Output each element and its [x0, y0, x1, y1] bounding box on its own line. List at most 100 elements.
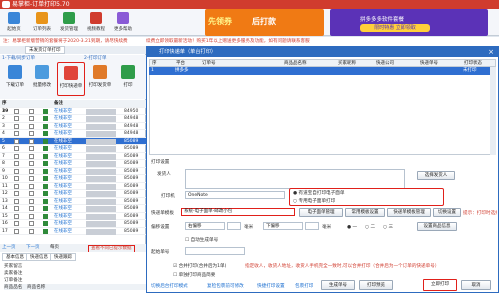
- row-checkbox[interactable]: [14, 168, 19, 174]
- table-row[interactable]: 13 在线非空 85089: [0, 198, 146, 205]
- radio-normal[interactable]: ● 有道宝自打印电子面单: [293, 190, 344, 196]
- row-print-checkbox[interactable]: [29, 198, 34, 204]
- banner-side-cta[interactable]: 限时特惠 立即领取: [360, 24, 430, 32]
- table-row[interactable]: 11 在线非空 85089: [0, 183, 146, 190]
- generate-number-button[interactable]: 生成单号: [321, 280, 355, 290]
- single-print-checkbox[interactable]: ☐ 单独打印商品简要: [173, 272, 215, 278]
- table-row[interactable]: 6 在线非空 85089: [0, 145, 146, 153]
- print-express-button[interactable]: 打印快递单: [57, 62, 85, 96]
- radio-two[interactable]: ○ 二: [365, 224, 375, 230]
- row-checkbox[interactable]: [14, 123, 19, 129]
- manage-eface-button[interactable]: 电子面单管理: [299, 208, 343, 217]
- radio-one[interactable]: ● 一: [347, 224, 357, 230]
- template-select[interactable]: 系统-电子面单-邮政小包: [181, 208, 295, 216]
- row-checkbox[interactable]: [14, 116, 19, 121]
- merge-print-checkbox[interactable]: ☑ 合并打印(合并后为1单): [173, 263, 226, 269]
- row-checkbox[interactable]: [14, 153, 19, 159]
- offset-h-select[interactable]: 右偏移: [185, 222, 225, 230]
- dialog-table-row[interactable]: 1 拼多多 未打印: [149, 67, 496, 75]
- table-row[interactable]: 3 在线非空 84948: [0, 123, 146, 130]
- row-print-checkbox[interactable]: [29, 191, 34, 196]
- table-row[interactable]: 14 在线非空 85089: [0, 205, 146, 213]
- table-row[interactable]: 1 在线非空 84950: [0, 108, 146, 115]
- subtab-print[interactable]: 2-打印订单: [84, 55, 107, 61]
- toolbar-video-button[interactable]: 视频教程: [84, 11, 108, 35]
- precheck-link[interactable]: 复检包裹前可修改: [207, 283, 244, 289]
- row-checkbox[interactable]: [14, 176, 19, 181]
- radio-ecology[interactable]: ○ 专用电子面单打印: [293, 198, 335, 204]
- row-print-checkbox[interactable]: [29, 108, 34, 114]
- row-checkbox[interactable]: [14, 146, 19, 151]
- row-checkbox[interactable]: [14, 213, 19, 219]
- table-row[interactable]: 4 在线非空 84948: [0, 130, 146, 138]
- printer-select[interactable]: OneNote: [185, 191, 285, 199]
- cancel-button[interactable]: 取消: [461, 280, 491, 290]
- row-print-checkbox[interactable]: [29, 123, 34, 129]
- table-row[interactable]: 16 在线非空 85089: [0, 220, 146, 228]
- goods-setting-button[interactable]: 设置商品信息: [417, 222, 457, 231]
- row-checkbox[interactable]: [14, 221, 19, 226]
- table-row[interactable]: 8 在线非空 85089: [0, 160, 146, 168]
- prev-page-link[interactable]: 上一页: [2, 244, 16, 252]
- row-checkbox[interactable]: [14, 228, 19, 234]
- row-print-checkbox[interactable]: [29, 138, 34, 144]
- close-icon[interactable]: ×: [487, 48, 495, 56]
- toolbar-orders-button[interactable]: 订单列表: [30, 11, 54, 35]
- promo-banner-side[interactable]: 拼多多多软件套餐 限时特惠 立即领取: [330, 9, 488, 36]
- row-print-checkbox[interactable]: [29, 131, 34, 136]
- row-print-checkbox[interactable]: [29, 228, 34, 234]
- table-scrollbar[interactable]: [490, 67, 496, 155]
- row-print-checkbox[interactable]: [29, 206, 34, 211]
- package-print-link[interactable]: 包裹打印: [295, 283, 313, 289]
- switch-settings-button[interactable]: 切换设置: [433, 208, 461, 217]
- row-checkbox[interactable]: [14, 161, 19, 166]
- toolbar-help-button[interactable]: 更多帮助: [111, 11, 135, 35]
- row-print-checkbox[interactable]: [29, 183, 34, 189]
- start-number-input[interactable]: [185, 247, 245, 255]
- table-row[interactable]: 15 在线非空 85089: [0, 213, 146, 220]
- row-checkbox[interactable]: [14, 198, 19, 204]
- tab-express-info[interactable]: 快递信息: [26, 253, 52, 261]
- common-template-button[interactable]: 常用模板设置: [345, 208, 385, 217]
- row-print-checkbox[interactable]: [29, 146, 34, 151]
- tab-unshipped[interactable]: 未发货订单打印: [25, 46, 65, 54]
- auto-number-checkbox[interactable]: ☐ 自动生成单号: [185, 237, 218, 243]
- row-print-checkbox[interactable]: [29, 168, 34, 174]
- row-print-checkbox[interactable]: [29, 221, 34, 226]
- subtab-download[interactable]: 1-下载/同步订单: [2, 55, 35, 61]
- batch-edit-button[interactable]: 批量修改: [29, 62, 55, 96]
- toolbar-home-button[interactable]: 起始页: [2, 11, 26, 35]
- row-checkbox[interactable]: [14, 183, 19, 189]
- switch-mode-link[interactable]: 切换后台打印模式: [151, 283, 188, 289]
- row-checkbox[interactable]: [14, 108, 19, 114]
- row-checkbox[interactable]: [14, 191, 19, 196]
- offset-v-select[interactable]: 下偏移: [263, 222, 303, 230]
- download-orders-button[interactable]: 下载订单: [2, 62, 28, 96]
- sender-field[interactable]: [185, 169, 405, 189]
- toolbar-shipping-button[interactable]: 发货管理: [57, 11, 81, 35]
- table-row[interactable]: 7 在线非空 85089: [0, 153, 146, 160]
- template-manage-button[interactable]: 快递单模板管理: [387, 208, 431, 217]
- table-row[interactable]: 9 在线非空 85089: [0, 168, 146, 175]
- print-button[interactable]: 打印: [115, 62, 141, 96]
- table-row[interactable]: 5 在线非空 85089: [0, 137, 146, 145]
- print-preview-button[interactable]: 打印预览: [359, 280, 393, 290]
- quick-print-link[interactable]: 快捷打印设置: [257, 283, 285, 289]
- row-print-checkbox[interactable]: [29, 213, 34, 219]
- choose-sender-button[interactable]: 选择发货人: [417, 171, 455, 180]
- table-row[interactable]: 17 在线非空 85089: [0, 228, 146, 235]
- offset-h-input[interactable]: [227, 222, 241, 230]
- row-print-checkbox[interactable]: [29, 161, 34, 166]
- print-now-button[interactable]: 立即打印: [423, 279, 457, 291]
- table-row[interactable]: 10 在线非空 85089: [0, 175, 146, 183]
- row-checkbox[interactable]: [14, 206, 19, 211]
- row-print-checkbox[interactable]: [29, 116, 34, 121]
- row-print-checkbox[interactable]: [29, 153, 34, 159]
- promo-banner[interactable]: 先领券 后打款: [205, 9, 324, 36]
- row-print-checkbox[interactable]: [29, 176, 34, 181]
- table-row[interactable]: 12 在线非空 85089: [0, 190, 146, 198]
- tab-express-track[interactable]: 快递跟踪: [50, 253, 76, 261]
- table-row[interactable]: 2 在线非空 84948: [0, 115, 146, 123]
- row-checkbox[interactable]: [14, 131, 19, 136]
- offset-v-input[interactable]: [305, 222, 319, 230]
